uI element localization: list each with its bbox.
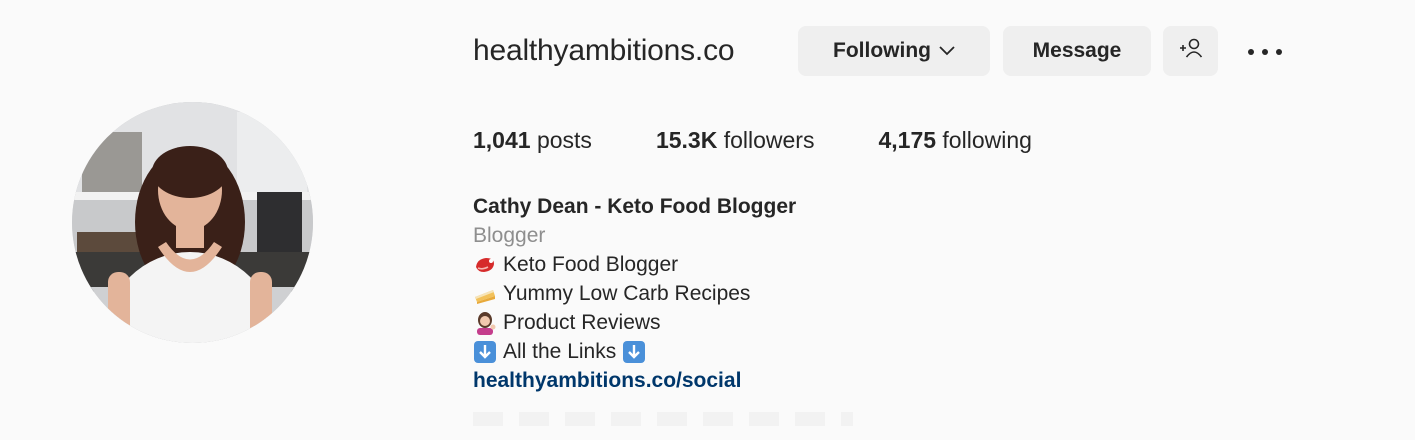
following-stat[interactable]: 4,175 following <box>878 127 1031 154</box>
faded-text-row <box>473 412 853 426</box>
bio-line: Keto Food Blogger <box>473 250 796 279</box>
bio-line: Product Reviews <box>473 308 796 337</box>
bio-links-line: All the Links <box>473 337 796 366</box>
profile-full-name: Cathy Dean - Keto Food Blogger <box>473 195 797 218</box>
profile-photo <box>72 102 313 343</box>
bio-line-text: Keto Food Blogger <box>503 253 679 276</box>
profile-avatar[interactable] <box>72 102 313 343</box>
followers-count: 15.3K <box>655 127 718 153</box>
following-button[interactable]: Following <box>798 26 990 76</box>
add-user-icon <box>1178 37 1204 65</box>
profile-category: Blogger <box>473 224 546 247</box>
bio-links-text: All the Links <box>503 340 617 363</box>
meat-emoji-icon <box>473 253 497 277</box>
bio-line: Yummy Low Carb Recipes <box>473 279 796 308</box>
message-button[interactable]: Message <box>1003 26 1151 76</box>
down-arrow-emoji-icon <box>622 340 646 364</box>
posts-stat: 1,041 posts <box>473 127 592 154</box>
profile-bio: Cathy Dean - Keto Food Blogger Blogger K… <box>473 192 796 395</box>
posts-count: 1,041 <box>473 127 531 153</box>
following-button-label: Following <box>833 39 931 62</box>
more-options-button[interactable] <box>1245 40 1285 64</box>
bio-website-link[interactable]: healthyambitions.co/social <box>473 366 796 395</box>
following-count: 4,175 <box>878 127 937 153</box>
profile-info: healthyambitions.co Following Message 1,… <box>473 0 1373 440</box>
bio-line-text: Yummy Low Carb Recipes <box>503 282 751 305</box>
posts-label: posts <box>530 127 592 153</box>
cake-emoji-icon <box>473 282 497 306</box>
down-arrow-emoji-icon <box>473 340 497 364</box>
profile-stats: 1,041 posts 15.3K followers 4,175 follow… <box>473 127 1096 154</box>
more-options-icon <box>1247 43 1283 61</box>
bio-line-text: Product Reviews <box>503 311 661 334</box>
followers-label: followers <box>717 127 815 153</box>
add-user-button[interactable] <box>1163 26 1218 76</box>
chevron-down-icon <box>939 46 955 56</box>
followers-stat[interactable]: 15.3K followers <box>656 127 815 154</box>
following-label: following <box>936 127 1032 153</box>
woman-tipping-hand-emoji-icon <box>473 311 497 335</box>
profile-username: healthyambitions.co <box>473 34 735 67</box>
